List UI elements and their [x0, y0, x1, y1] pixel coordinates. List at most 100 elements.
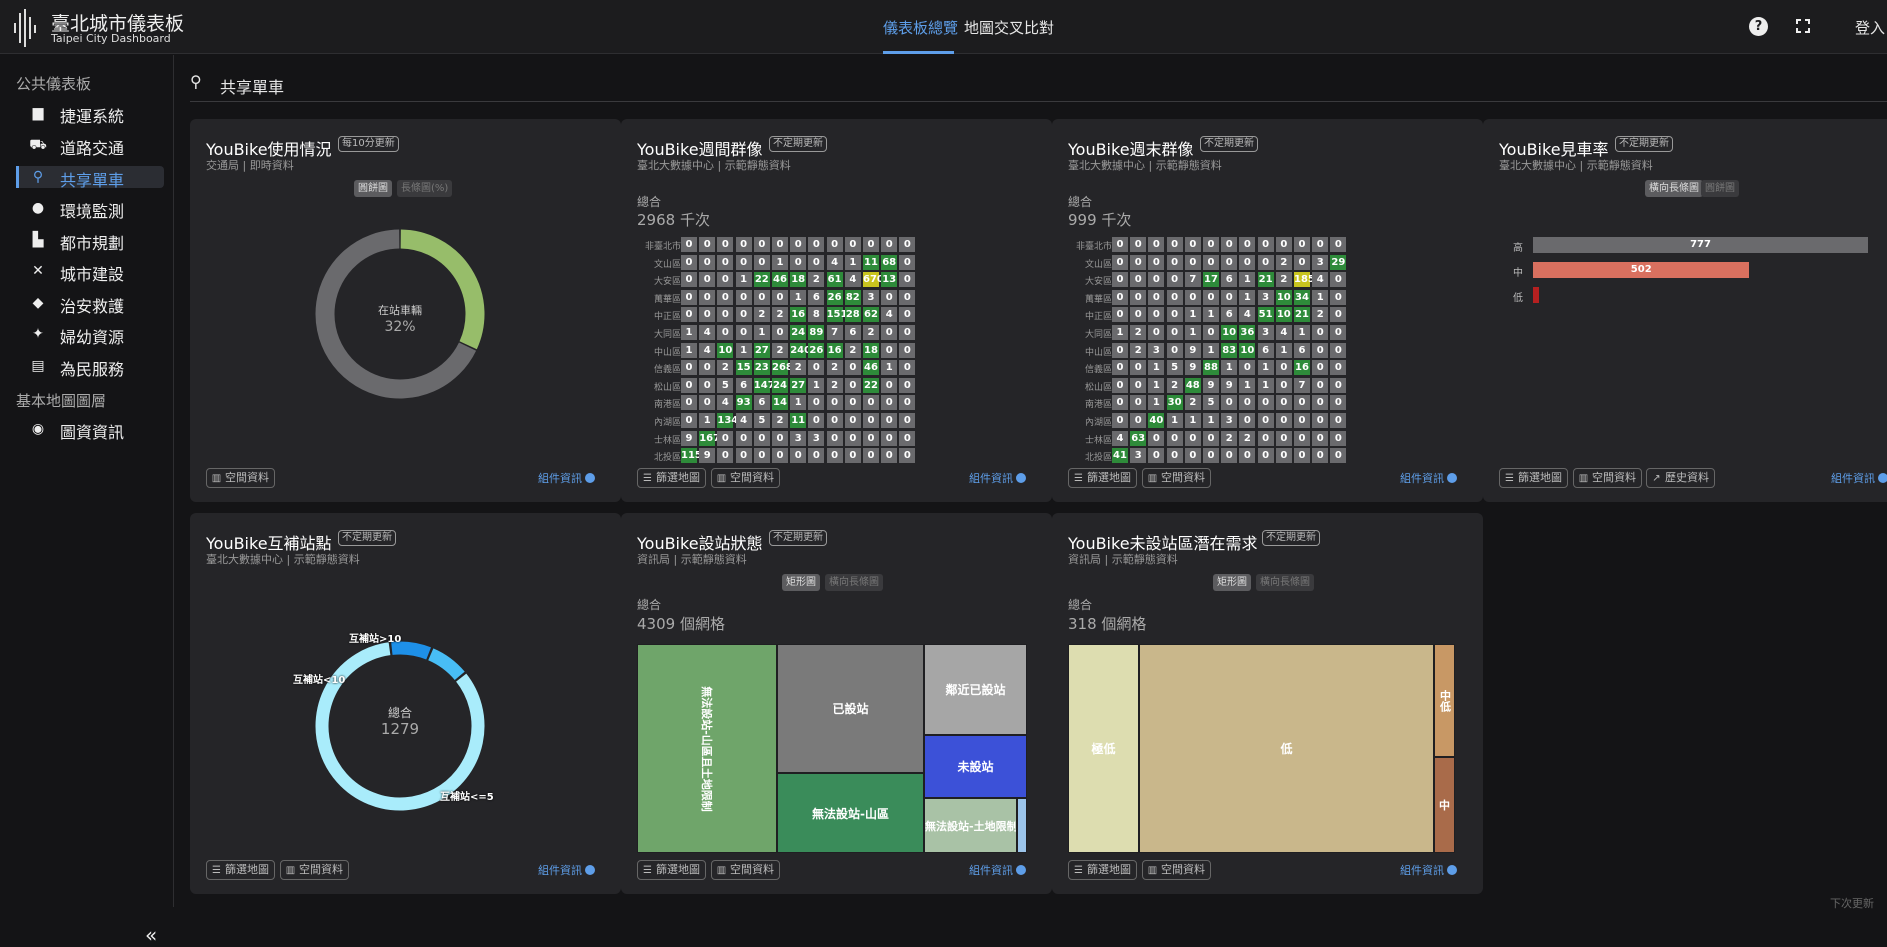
- heatmap-cell: 3: [1130, 448, 1147, 464]
- heatmap-cell: 88: [1203, 360, 1219, 376]
- toggle-bar-percent[interactable]: 長條圖(%): [397, 180, 453, 197]
- active-tab-indicator: [883, 51, 954, 54]
- heatmap-cell: 0: [1330, 342, 1347, 358]
- spatial-data-button[interactable]: ▥ 空間資料: [711, 860, 780, 880]
- filter-map-button[interactable]: ☰ 篩選地圖: [206, 860, 275, 880]
- page-title: ⚲ 共享單車: [190, 72, 285, 97]
- map-icon: ▥: [716, 865, 727, 876]
- heatmap-cell: 0: [1184, 254, 1201, 270]
- spatial-data-button[interactable]: ▥ 空間資料: [711, 468, 780, 488]
- component-info-link[interactable]: 組件資訊: [1831, 470, 1887, 486]
- heatmap-cell: 0: [1275, 377, 1292, 393]
- sidebar-item-environment[interactable]: ● 環境監測: [16, 197, 164, 221]
- sidebar-item-family[interactable]: ✦ 婦幼資源: [16, 323, 164, 347]
- component-info-link[interactable]: 組件資訊: [969, 862, 1026, 878]
- filter-map-button[interactable]: ☰ 篩選地圖: [1499, 468, 1568, 488]
- heatmap-cell: 0: [1275, 448, 1292, 464]
- tab-dashboard-overview[interactable]: 儀表板總覽: [883, 17, 958, 38]
- toggle-horizontal-bar[interactable]: 橫向長條圖: [1645, 180, 1703, 197]
- card-youbike-potential-demand: YouBike未設站區潛在需求 不定期更新 資訊局 | 示範靜態資料 矩形圖 橫…: [1052, 513, 1483, 894]
- toggle-treemap[interactable]: 矩形圖: [782, 574, 820, 591]
- sidebar-item-traffic[interactable]: ⛟ 道路交通: [16, 134, 164, 158]
- heatmap-cell: 1: [1112, 325, 1128, 340]
- sidebar-item-service[interactable]: ▤ 為民服務: [16, 355, 164, 379]
- spatial-data-button[interactable]: ▥ 空間資料: [1142, 860, 1211, 880]
- sidebar-item-bike[interactable]: ⚲ 共享單車: [16, 166, 164, 190]
- heatmap-cell: 1: [1221, 360, 1238, 376]
- component-info-link[interactable]: 組件資訊: [538, 862, 595, 878]
- component-info-link[interactable]: 組件資訊: [538, 470, 595, 486]
- heatmap-cell: 0: [1294, 413, 1310, 428]
- heatmap-cell: 0: [1257, 237, 1274, 252]
- city-planning-icon: ▙: [32, 232, 44, 248]
- sidebar-item-planning[interactable]: ▙ 都市規劃: [16, 229, 164, 253]
- treemap-cell: 中低: [1434, 644, 1455, 757]
- heatmap-cell: 2: [1130, 342, 1147, 358]
- heatmap-cell: 5: [753, 413, 770, 428]
- filter-map-button[interactable]: ☰ 篩選地圖: [1068, 468, 1137, 488]
- heatmap-cell: 0: [1221, 395, 1238, 411]
- heatmap-cell: 0: [881, 430, 898, 446]
- card-source: 資訊局 | 示範靜態資料: [1068, 553, 1178, 566]
- sidebar-item-map-layers[interactable]: ◉ 圖資資訊: [16, 418, 164, 442]
- total-label: 總合: [637, 598, 662, 612]
- collapse-sidebar-icon[interactable]: «: [145, 923, 157, 947]
- heatmap-cell: 0: [1312, 448, 1329, 464]
- treemap-cell: 低: [1139, 644, 1434, 853]
- heatmap-cell: 2: [717, 360, 734, 376]
- heatmap-cell: 21: [1257, 272, 1274, 288]
- heatmap-row-label: 中正區: [1084, 312, 1112, 323]
- heatmap-cell: 0: [881, 413, 898, 428]
- globe-icon: ◉: [31, 421, 45, 437]
- heatmap-cell: 0: [1148, 272, 1165, 288]
- heatmap-row-label: 非臺北市: [1075, 242, 1112, 252]
- card-youbike-complement: YouBike互補站點 不定期更新 臺北大數據中心 | 示範靜態資料 互補站>1…: [190, 513, 621, 894]
- heatmap-cell: 0: [717, 272, 734, 288]
- heatmap-cell: 0: [1221, 237, 1238, 252]
- sidebar-item-safety[interactable]: ◆ 治安救護: [16, 292, 164, 316]
- tab-map-compare[interactable]: 地圖交叉比對: [964, 17, 1054, 38]
- heatmap-cell: 6: [808, 289, 825, 305]
- heatmap-row: 士林區 9 167 0 0 0 0 3 3 0 0 0 0 0: [621, 430, 1052, 448]
- heatmap-cell: 0: [899, 448, 916, 464]
- spatial-data-button[interactable]: ▥ 空間資料: [1573, 468, 1642, 488]
- spatial-data-button[interactable]: ▥ 空間資料: [280, 860, 349, 880]
- component-info-link[interactable]: 組件資訊: [969, 470, 1026, 486]
- heatmap-row: 中山區 1 4 10 1 27 2 240 26 16 2 18 0 0: [621, 342, 1052, 360]
- heatmap-cell: 0: [844, 413, 861, 428]
- heatmap-row: 內湖區 0 1 134 4 5 2 11 0 0 0 0 0 0: [621, 413, 1052, 430]
- history-data-button[interactable]: ↗ 歷史資料: [1646, 468, 1715, 488]
- toggle-horizontal-bar[interactable]: 橫向長條圖: [1256, 574, 1314, 591]
- fullscreen-icon[interactable]: [1796, 19, 1810, 33]
- toggle-horizontal-bar[interactable]: 橫向長條圖: [825, 574, 883, 591]
- heatmap-cell: 2: [826, 360, 843, 376]
- heatmap-cell: 21: [1294, 307, 1310, 323]
- component-info-link[interactable]: 組件資訊: [1400, 862, 1457, 878]
- login-button[interactable]: 登入: [1855, 17, 1885, 38]
- spatial-data-button[interactable]: ▥ 空間資料: [206, 468, 275, 488]
- heatmap-cell: 147: [753, 377, 775, 393]
- component-info-link[interactable]: 組件資訊: [1400, 470, 1457, 486]
- heatmap-cell: 0: [681, 377, 697, 393]
- heatmap-cell: 0: [1203, 254, 1219, 270]
- treemap-cell: 已設站: [777, 644, 924, 773]
- toggle-treemap[interactable]: 矩形圖: [1213, 574, 1251, 591]
- heatmap-cell: 0: [1294, 395, 1310, 411]
- heatmap-cell: 0: [681, 237, 697, 252]
- sidebar-item-metro[interactable]: ▆ 捷運系統: [16, 102, 164, 126]
- sidebar-item-construction[interactable]: ✕ 城市建設: [16, 260, 164, 284]
- help-icon[interactable]: ?: [1749, 17, 1768, 36]
- spatial-data-button[interactable]: ▥ 空間資料: [1142, 468, 1211, 488]
- heatmap-cell: 0: [1130, 237, 1147, 252]
- filter-map-button[interactable]: ☰ 篩選地圖: [637, 860, 706, 880]
- filter-map-button[interactable]: ☰ 篩選地圖: [637, 468, 706, 488]
- filter-map-button[interactable]: ☰ 篩選地圖: [1068, 860, 1137, 880]
- toggle-pie[interactable]: 圓餅圖: [354, 180, 392, 197]
- heatmap-cell: 0: [1166, 342, 1183, 358]
- card-youbike-seen-rate: YouBike見車率 不定期更新 臺北大數據中心 | 示範靜態資料 橫向長條圖 …: [1483, 119, 1887, 502]
- sidebar-section-public: 公共儀表板: [16, 75, 92, 93]
- donut-slice: [391, 641, 432, 660]
- heatmap-cell: 0: [1221, 289, 1238, 305]
- toggle-pie[interactable]: 圓餅圖: [1701, 180, 1739, 197]
- card-youbike-usage: YouBike使用情況 每10分更新 交通局 | 即時資料 圓餅圖 長條圖(%)…: [190, 119, 621, 502]
